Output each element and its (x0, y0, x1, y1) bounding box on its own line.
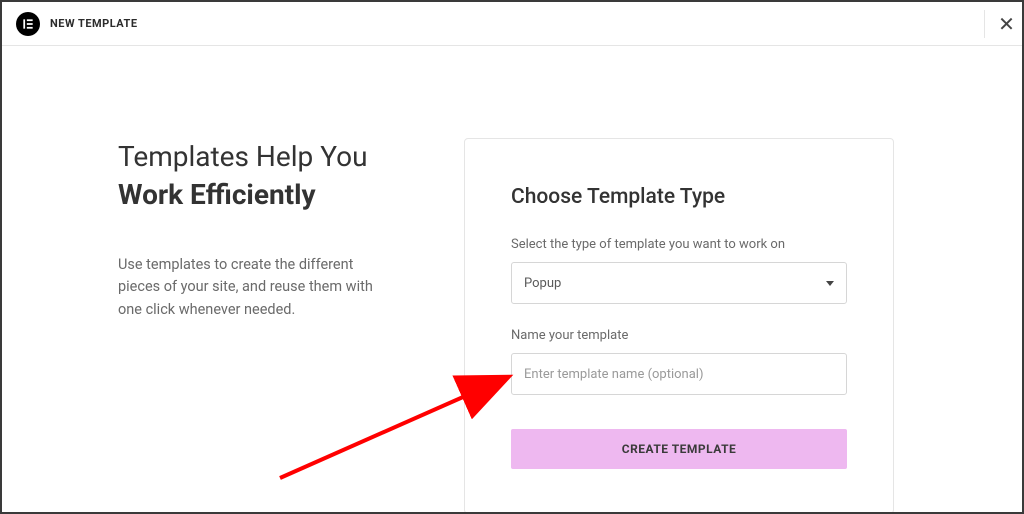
modal-title: NEW TEMPLATE (50, 17, 138, 30)
template-name-label: Name your template (511, 328, 847, 343)
intro-title-line2: Work Efficiently (118, 176, 408, 214)
header-left: NEW TEMPLATE (16, 12, 138, 36)
close-button[interactable]: ✕ (984, 10, 1012, 38)
intro-title-line1: Templates Help You (118, 138, 408, 176)
create-template-button[interactable]: CREATE TEMPLATE (511, 429, 847, 469)
template-name-input[interactable] (511, 353, 847, 395)
template-type-label: Select the type of template you want to … (511, 237, 847, 252)
close-icon: ✕ (998, 12, 1015, 36)
form-heading: Choose Template Type (511, 185, 847, 209)
modal-body-scroll[interactable]: Templates Help You Work Efficiently Use … (2, 46, 1022, 512)
intro-column: Templates Help You Work Efficiently Use … (118, 138, 408, 512)
intro-description: Use templates to create the different pi… (118, 254, 378, 321)
template-name-field: Name your template (511, 328, 847, 395)
template-type-value: Popup (524, 276, 561, 291)
modal-frame: NEW TEMPLATE ✕ Templates Help You Work E… (0, 0, 1024, 514)
template-type-select[interactable]: Popup (511, 262, 847, 304)
modal-body: Templates Help You Work Efficiently Use … (2, 46, 1022, 512)
modal-header: NEW TEMPLATE ✕ (2, 2, 1022, 46)
template-type-field: Select the type of template you want to … (511, 237, 847, 304)
elementor-logo-icon (16, 12, 40, 36)
chevron-down-icon (826, 281, 834, 286)
template-form-card: Choose Template Type Select the type of … (464, 138, 894, 512)
